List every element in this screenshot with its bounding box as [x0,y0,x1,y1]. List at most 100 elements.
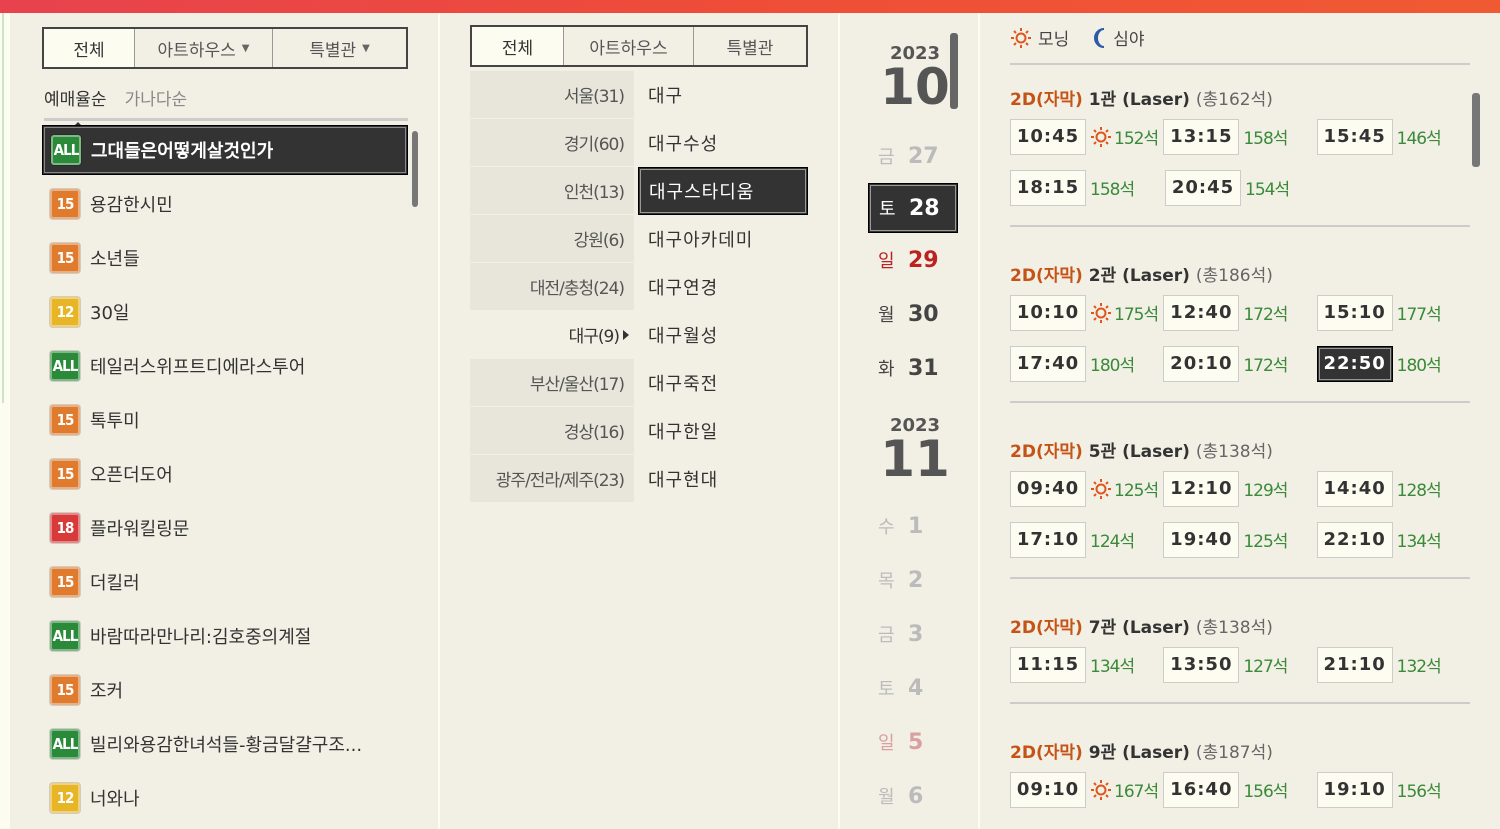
theater-item[interactable]: 대구 [638,71,808,119]
day-item[interactable]: 토 28 [868,183,958,233]
theater-list: 대구 대구수성 대구스타디움 대구아카데미 대구연경 대구월성 대구죽전 대구한일 대구현대 [638,71,808,503]
showtime-button[interactable]: 22:50 [1316,345,1393,382]
movie-title: 빌리와용감한녀석들-황금달걀구조... [90,735,363,756]
day-item[interactable]: 금3 [868,609,958,659]
movie-tab-special[interactable]: 특별관 ▼ [273,29,406,67]
movie-item[interactable]: ALL 바람따라만나리:김호중의계절 [42,609,408,663]
showtime-button[interactable]: 14:40 [1316,470,1393,507]
legend-night-label: 심야 [1113,30,1145,50]
region-item[interactable]: 대전/충청(24) [470,263,634,311]
region-item[interactable]: 인천(13) [470,167,634,215]
day-item[interactable]: 월6 [868,771,958,821]
movie-item[interactable]: 15 용감한시민 [42,177,408,231]
date-panel: 2023 10 2023 11 금 27 토 28 일 29 월 30 화 31 수 1 목 2 금 3 토 4 일… [840,13,978,829]
seat-count: 172석 [1243,356,1288,376]
day-item[interactable]: 화 31 [868,343,958,393]
region-item[interactable]: 대구(9) [470,311,634,359]
sort-by-name[interactable]: 가나다순 [125,83,188,118]
showtime-legend: 모닝 심야 [1010,25,1145,50]
theater-tab-all[interactable]: 전체 [472,27,564,65]
region-item[interactable]: 부산/울산(17) [470,359,634,407]
movie-item[interactable]: 12 30일 [42,285,408,339]
showtime-button[interactable]: 13:15 [1163,118,1240,155]
showtime-button[interactable]: 20:10 [1163,345,1240,382]
hall-total-seats: (총186석) [1195,266,1273,286]
theater-item[interactable]: 대구스타디움 [638,167,808,215]
showtime-button[interactable]: 17:10 [1010,521,1086,558]
movie-item[interactable]: 15 톡투미 [42,393,408,447]
day-item[interactable]: 수1 [868,501,958,551]
theater-item[interactable]: 대구아카데미 [638,215,808,263]
showtime-button[interactable]: 11:15 [1010,646,1086,683]
theater-item[interactable]: 대구월성 [638,311,808,359]
remaining-seats: 152석 [1090,124,1159,149]
showtime-button[interactable]: 09:10 [1010,771,1086,808]
movie-item[interactable]: ALL 테일러스위프트디에라스투어 [42,339,408,393]
hall-divider [1010,225,1470,227]
showtime-button[interactable]: 17:40 [1010,345,1086,382]
region-item[interactable]: 경기(60) [470,119,634,167]
region-item[interactable]: 서울(31) [470,71,634,119]
day-item[interactable]: 월 30 [868,289,958,339]
movie-tab-all[interactable]: 전체 [44,29,135,67]
day-item[interactable]: 일 29 [868,235,958,285]
movie-item[interactable]: 15 오픈더도어 [42,447,408,501]
showtime-button[interactable]: 15:45 [1316,118,1393,155]
hall-total-seats: (총187석) [1195,743,1273,763]
sort-by-booking[interactable]: 예매율순 [44,83,107,128]
theater-item[interactable]: 대구현대 [638,455,808,503]
showtime-button[interactable]: 19:10 [1316,771,1393,808]
movie-title: 테일러스위프트디에라스투어 [90,357,306,378]
showtime-button[interactable]: 19:40 [1163,521,1240,558]
showtime-row: 17:40 180석 20:10 172석 22:50 180석 [1010,338,1470,389]
movie-item[interactable]: 18 플라워킬링문 [42,501,408,555]
month-number: 11 [880,430,950,488]
movie-item[interactable]: 15 더킬러 [42,555,408,609]
theater-tab-special[interactable]: 특별관 [694,27,806,65]
movie-item[interactable]: ALL 빌리와용감한녀석들-황금달걀구조... [42,717,408,771]
showtime-slot: 10:10 175석 [1010,294,1163,331]
showtime-button[interactable]: 12:10 [1163,470,1240,507]
date-list-scrollbar[interactable] [950,33,958,109]
showtime-button[interactable]: 13:50 [1163,646,1240,683]
region-item[interactable]: 경상(16) [470,407,634,455]
showtime-button[interactable]: 21:10 [1316,646,1393,683]
showtime-button[interactable]: 15:10 [1316,294,1393,331]
region-item[interactable]: 광주/전라/제주(23) [470,455,634,503]
movie-list-scrollbar[interactable] [412,131,418,207]
showtime-scrollbar[interactable] [1472,93,1480,167]
theater-item[interactable]: 대구한일 [638,407,808,455]
hall-divider [1010,577,1470,579]
theater-item[interactable]: 대구죽전 [638,359,808,407]
movie-item[interactable]: 12 너와나 [42,771,408,825]
remaining-seats: 124석 [1090,527,1135,552]
showtime-row: 11:15 134석 13:50 127석 21:10 132석 [1010,639,1470,690]
theater-item[interactable]: 대구수성 [638,119,808,167]
legend-morning-label: 모닝 [1038,30,1070,50]
tab-label: 전체 [73,40,105,61]
showtime-button[interactable]: 10:10 [1010,294,1086,331]
day-weekday: 토 [878,679,895,700]
movie-item[interactable]: 15 소년들 [42,231,408,285]
showtime-button[interactable]: 16:40 [1163,771,1240,808]
remaining-seats: 132석 [1397,652,1442,677]
theater-item[interactable]: 대구연경 [638,263,808,311]
showtime-button[interactable]: 22:10 [1316,521,1393,558]
day-item[interactable]: 토4 [868,663,958,713]
showtime-button[interactable]: 09:40 [1010,470,1086,507]
day-item[interactable]: 금 27 [868,131,958,181]
showtime-button[interactable]: 10:45 [1010,118,1086,155]
day-item[interactable]: 일5 [868,717,958,767]
movie-item[interactable]: 15 조커 [42,663,408,717]
showtime-button[interactable]: 20:45 [1165,169,1241,206]
seat-count: 125석 [1114,481,1159,501]
day-item[interactable]: 목2 [868,555,958,605]
movie-tab-arthouse[interactable]: 아트하우스 ▼ [135,29,273,67]
seat-count: 158석 [1243,129,1288,149]
showtime-button[interactable]: 12:40 [1163,294,1240,331]
showtime-slot: 21:10 132석 [1316,646,1470,683]
showtime-button[interactable]: 18:15 [1010,169,1086,206]
region-item[interactable]: 강원(6) [470,215,634,263]
theater-tab-arthouse[interactable]: 아트하우스 [564,27,694,65]
movie-item[interactable]: ALL 그대들은어떻게살것인가 [42,125,408,175]
